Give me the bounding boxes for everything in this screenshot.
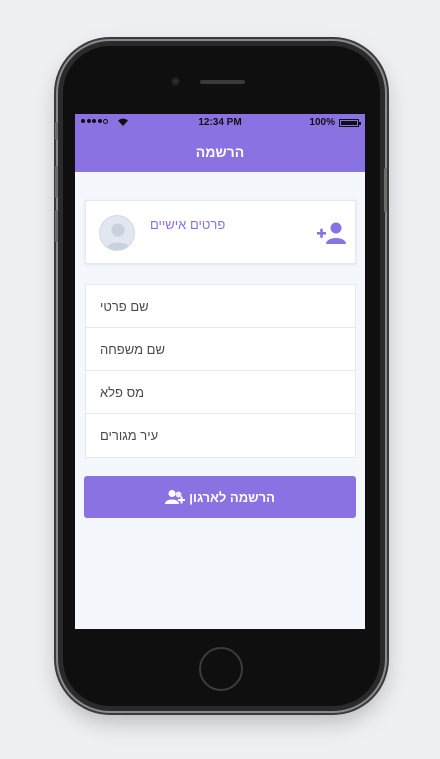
home-button[interactable] [199,647,243,691]
form-row [86,328,355,371]
status-bar: 12:34 PM 100% [75,114,365,132]
front-camera [171,77,180,86]
nav-bar: הרשמה [75,132,365,172]
mute-switch [55,122,58,140]
app-screen: 12:34 PM 100% הרשמה פרטים אישיים שם פרטי… [75,114,365,629]
form-row [86,414,355,457]
last-name-field[interactable] [86,328,355,370]
volume-up-button [55,166,58,198]
form-row [86,371,355,414]
battery-percent: 100% [309,117,335,128]
earpiece-speaker [200,80,245,84]
group-add-icon [165,490,186,504]
page-title: הרשמה [195,144,245,160]
user-avatar-icon [99,215,135,251]
add-user-icon[interactable] [317,221,347,245]
battery-icon [339,119,361,127]
phone-number-field[interactable] [86,371,355,413]
volume-down-button [55,210,58,242]
card-title: פרטים אישיים [150,217,226,232]
first-name-field[interactable] [86,285,355,327]
city-field[interactable] [86,414,355,457]
form-row [86,285,355,328]
personal-details-card[interactable]: פרטים אישיים [85,200,356,264]
registration-form [85,284,356,458]
register-organization-button[interactable]: הרשמה לארגון [84,476,356,518]
register-button-label: הרשמה לארגון [189,489,275,505]
power-button [384,168,387,212]
